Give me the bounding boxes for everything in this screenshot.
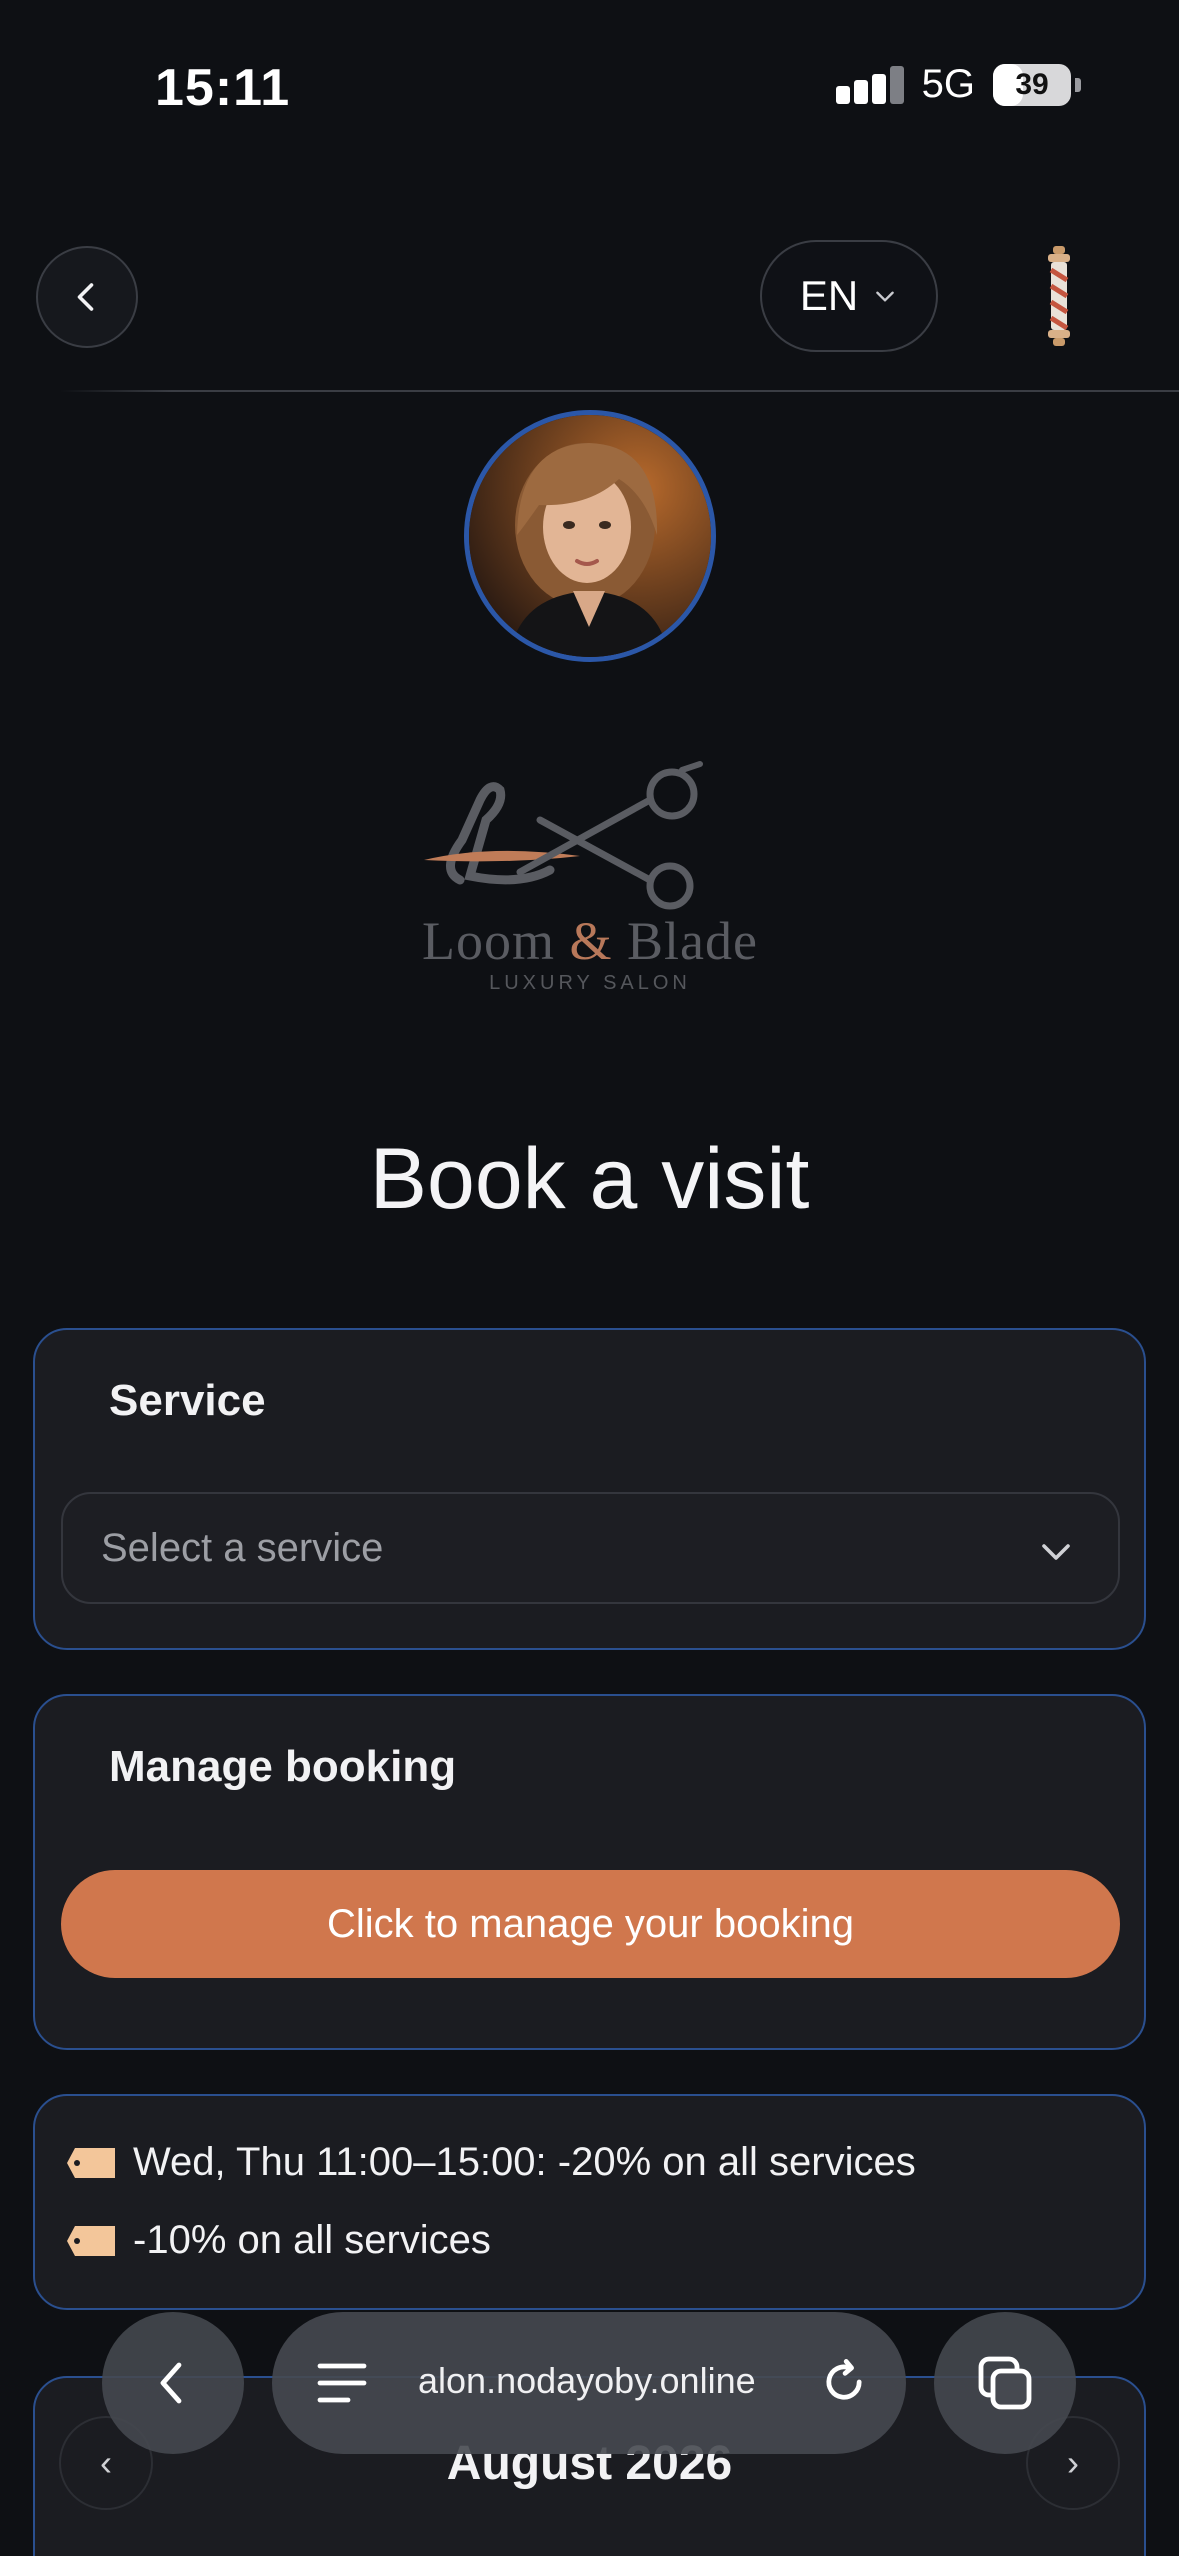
promotion-text: -10% on all services [133,2218,491,2262]
manage-booking-button-label: Click to manage your booking [327,1901,854,1946]
portrait-image [469,415,711,657]
stylist-avatar [464,410,716,662]
service-card-title: Service [109,1376,266,1425]
chevron-left-icon [160,2362,182,2404]
battery-level: 39 [1015,67,1049,101]
service-select-placeholder: Select a service [101,1525,384,1570]
url-text: alon.nodayoby.online [418,2360,756,2401]
service-select[interactable]: Select a service [61,1492,1120,1604]
manage-booking-title: Manage booking [109,1742,457,1791]
network-type: 5G [921,62,975,106]
manage-booking-card: Manage booking Click to manage your book… [33,1694,1146,2050]
tabs-icon [978,2356,1032,2410]
chevron-left-icon [77,283,94,311]
back-button[interactable] [36,246,138,348]
promotion-item: Wed, Thu 11:00–15:00: -20% on all servic… [65,2140,916,2185]
logo-scissors-icon [424,761,703,910]
promotion-item: -10% on all services [65,2218,491,2263]
price-tag-icon [67,2147,115,2178]
service-card: Service Select a service [33,1328,1146,1650]
language-label: EN [799,272,859,319]
status-icons: 5G 39 [835,62,1081,107]
reload-icon[interactable] [818,2356,870,2408]
browser-back-button[interactable] [102,2312,244,2454]
logo-wordmark: Loom & Blade [422,911,758,971]
salon-logo: Loom & Blade LUXURY SALON [400,760,780,1000]
chevron-down-icon [876,291,894,302]
address-bar[interactable]: alon.nodayoby.online [272,2312,906,2454]
manage-booking-button[interactable]: Click to manage your booking [61,1870,1120,1978]
battery-cap [1075,77,1081,92]
tabs-button[interactable] [934,2312,1076,2454]
barber-pole-icon [1048,246,1070,346]
page-title: Book a visit [369,1131,810,1227]
signal-icon [835,65,904,104]
price-tag-icon [67,2225,115,2256]
menu-icon[interactable] [316,2360,368,2406]
status-time: 15:11 [155,59,291,117]
logo-subtitle: LUXURY SALON [489,972,691,994]
promotion-text: Wed, Thu 11:00–15:00: -20% on all servic… [133,2140,916,2184]
promotions-card: Wed, Thu 11:00–15:00: -20% on all servic… [33,2094,1146,2310]
header-divider [60,390,1179,392]
language-selector[interactable]: EN [760,240,938,352]
chevron-down-icon [1042,1544,1070,1560]
battery-icon: 39 [993,63,1071,106]
